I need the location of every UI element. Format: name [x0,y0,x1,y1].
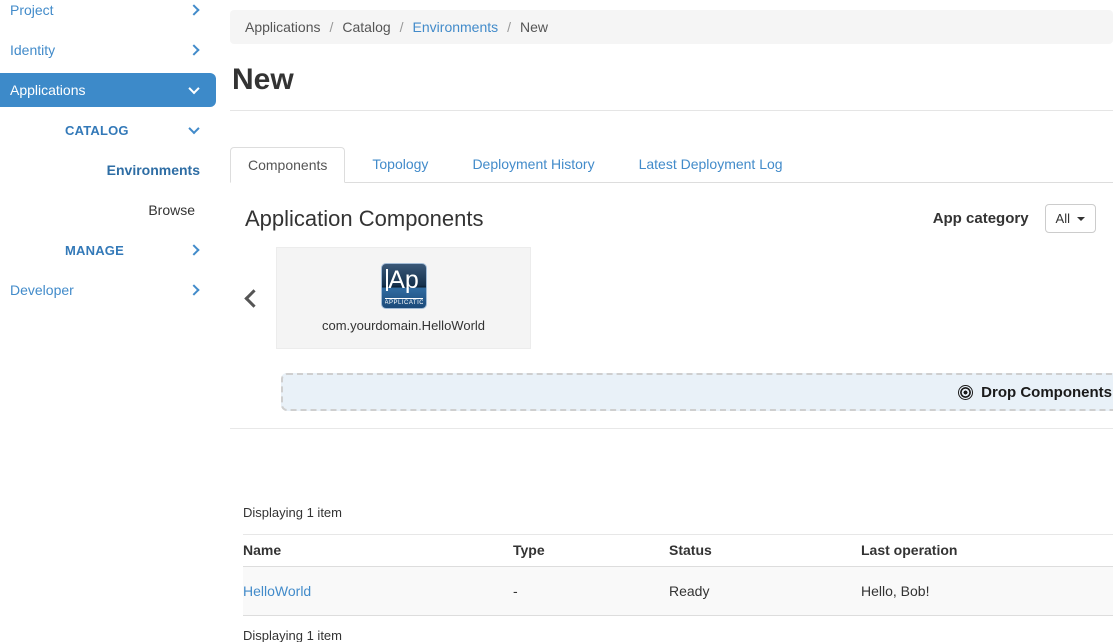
sidebar-item-catalog[interactable]: CATALOG [0,110,216,150]
sidebar-item-label: CATALOG [65,123,129,138]
tab-bar: Components Topology Deployment History L… [230,147,1113,183]
application-icon-subtext: APPLICATION [385,298,423,307]
tab-components[interactable]: Components [230,147,345,183]
components-carousel: Ap APPLICATION com.yourdomain.HelloWorld [230,247,1113,349]
target-icon [958,385,973,400]
sidebar-item-label: Identity [10,42,55,58]
breadcrumb-applications: Applications [245,19,321,35]
section-title: Application Components [245,206,483,232]
component-last-operation-cell: Hello, Bob! [861,567,1113,616]
main-content: Applications / Catalog / Environments / … [230,0,1113,642]
table-row: HelloWorld - Ready Hello, Bob! [243,567,1113,616]
chevron-down-icon [190,126,198,134]
sidebar-item-applications[interactable]: Applications [0,73,216,107]
column-header-name[interactable]: Name [243,535,513,567]
tab-deployment-history[interactable]: Deployment History [455,147,611,183]
app-category-dropdown[interactable]: All [1045,204,1096,233]
column-header-status[interactable]: Status [669,535,861,567]
sidebar-item-developer[interactable]: Developer [0,270,216,310]
section-divider [230,428,1113,429]
sidebar-item-manage[interactable]: MANAGE [0,230,216,270]
item-count-bottom: Displaying 1 item [243,628,1113,642]
chevron-right-icon [190,246,198,254]
chevron-down-icon [190,86,198,94]
component-card-name: com.yourdomain.HelloWorld [322,318,485,333]
sidebar-item-environments[interactable]: Environments [0,150,216,190]
chevron-right-icon [190,286,198,294]
drop-components-zone[interactable]: Drop Components here [281,373,1113,411]
application-icon: Ap APPLICATION [381,263,427,309]
sidebar-item-label: Developer [10,282,74,298]
component-name-link[interactable]: HelloWorld [243,583,311,599]
sidebar-item-browse[interactable]: Browse [0,190,216,230]
app-category-value: All [1056,211,1070,226]
component-type-cell: - [513,567,669,616]
chevron-right-icon [190,6,198,14]
application-icon-text: Ap [382,265,426,296]
carousel-prev-button[interactable] [240,292,266,305]
breadcrumb-new: New [520,19,548,35]
sidebar-item-identity[interactable]: Identity [0,30,216,70]
sidebar-item-label: Environments [107,162,200,178]
sidebar-item-project[interactable]: Project [0,0,216,30]
component-status-cell: Ready [669,567,861,616]
chevron-right-icon [190,46,198,54]
sidebar-item-label: Project [10,2,54,18]
components-table: Name Type Status Last operation HelloWor… [243,534,1113,616]
sidebar-item-label: Browse [148,202,195,218]
chevron-left-icon [244,289,262,307]
column-header-type[interactable]: Type [513,535,669,567]
breadcrumb-separator: / [400,19,404,35]
breadcrumb-separator: / [330,19,334,35]
caret-down-icon [1077,217,1085,221]
component-card[interactable]: Ap APPLICATION com.yourdomain.HelloWorld [276,247,531,349]
table-header-row: Name Type Status Last operation [243,535,1113,567]
title-divider [230,110,1113,111]
column-header-last-operation[interactable]: Last operation [861,535,1113,567]
page-title: New [232,63,1113,97]
tab-topology[interactable]: Topology [355,147,445,183]
breadcrumb-environments-link[interactable]: Environments [413,19,499,35]
item-count-top: Displaying 1 item [243,505,1113,520]
sidebar-item-label: Applications [10,82,86,98]
tab-latest-deployment-log[interactable]: Latest Deployment Log [622,147,800,183]
sidebar: Project Identity Applications CATALOG En… [0,0,216,310]
components-tab-panel: Application Components App category All … [230,204,1113,411]
breadcrumb-catalog: Catalog [342,19,390,35]
breadcrumb: Applications / Catalog / Environments / … [230,10,1113,44]
dropzone-label: Drop Components here [981,384,1113,401]
app-category-label: App category [933,210,1029,227]
components-table-section: Displaying 1 item Name Type Status Last … [230,505,1113,642]
breadcrumb-separator: / [507,19,511,35]
sidebar-item-label: MANAGE [65,243,124,258]
